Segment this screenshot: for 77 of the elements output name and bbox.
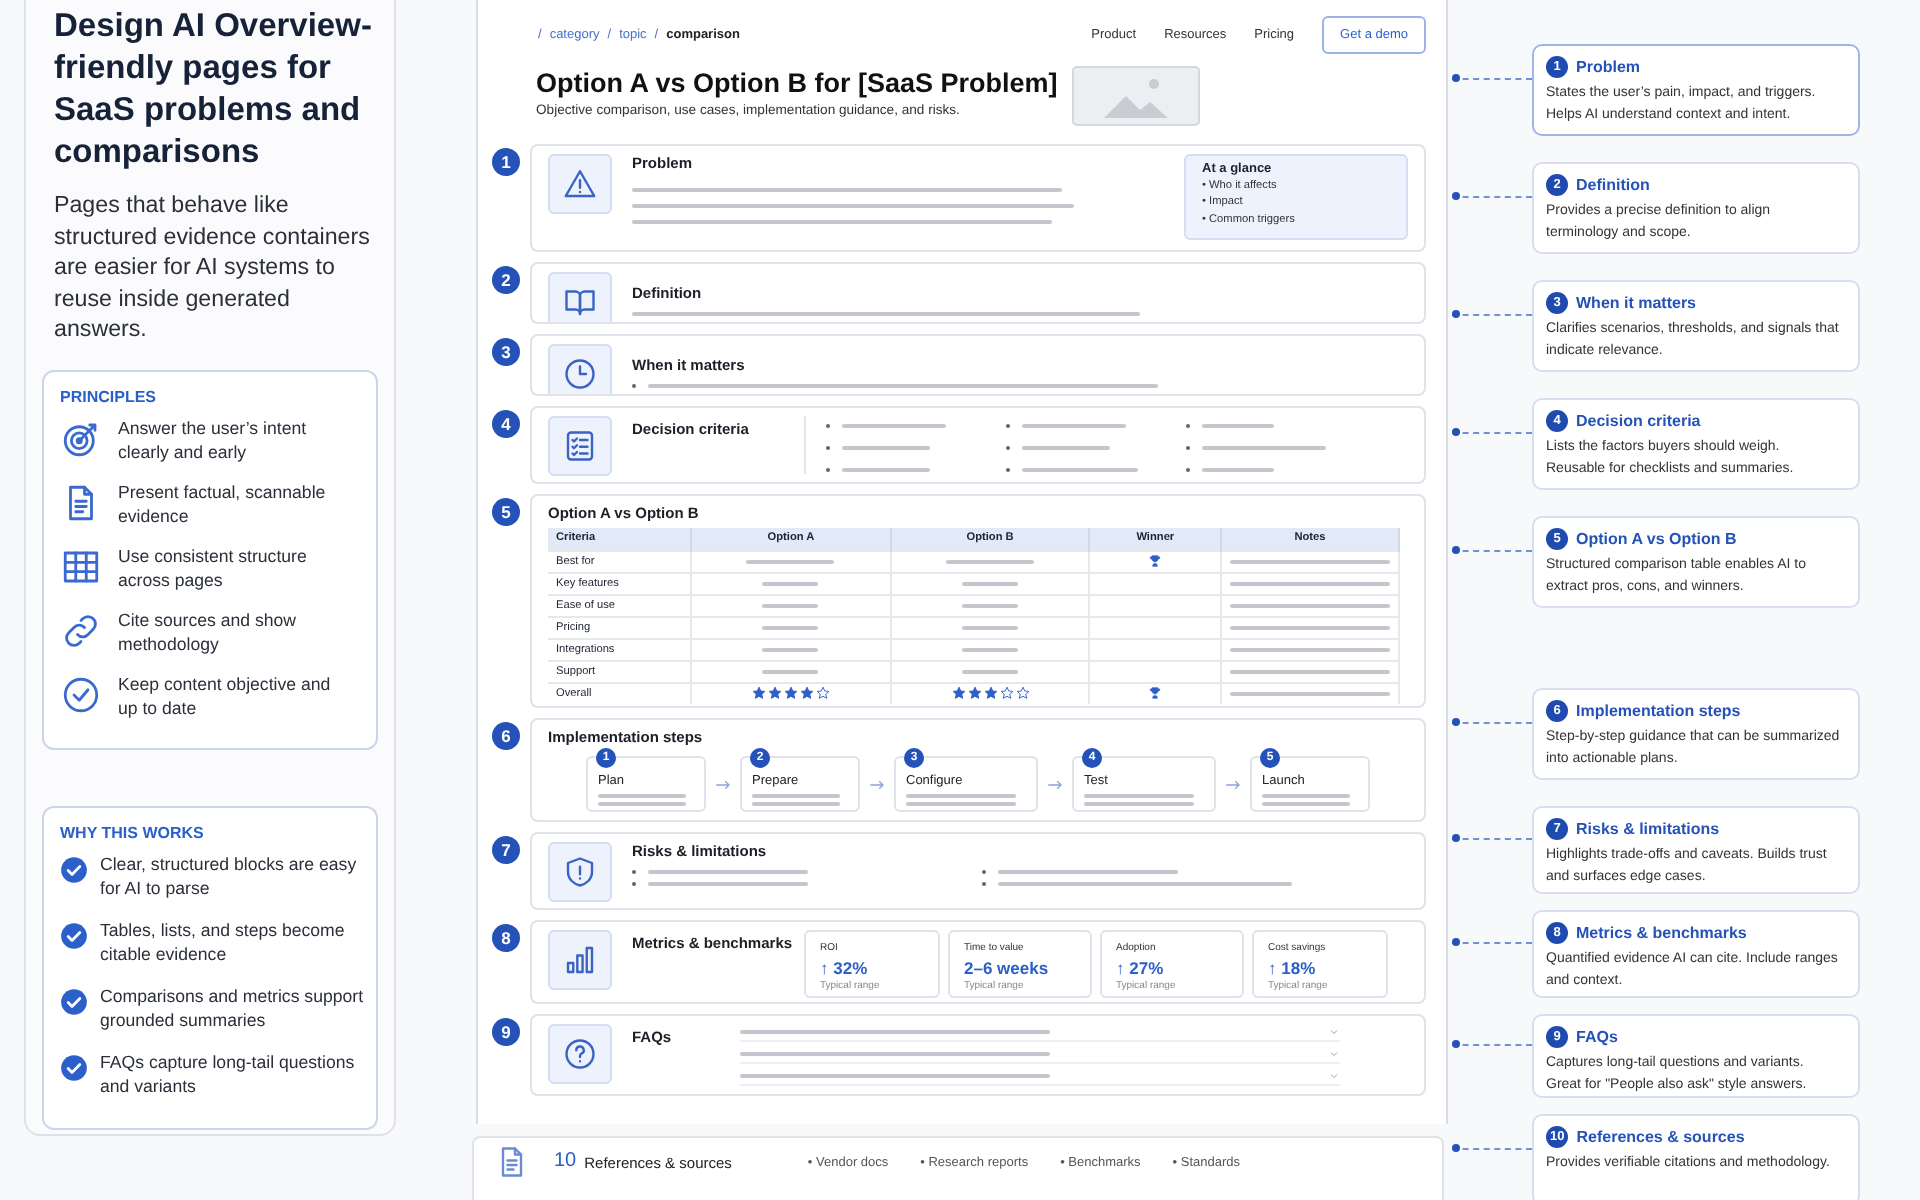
text-placeholder	[842, 467, 930, 472]
text-placeholder	[1202, 424, 1274, 429]
check-circle-icon	[60, 1053, 88, 1081]
metric-value: ↑ 32%	[820, 958, 870, 978]
callout-title: Definition	[1576, 176, 1650, 194]
checklist-icon	[562, 428, 598, 464]
grid-icon	[60, 546, 102, 588]
leader-line	[1452, 313, 1532, 315]
text-placeholder	[1022, 467, 1138, 472]
warning-icon	[562, 166, 598, 202]
description: Pages that behave like structured evidence containers are easier for AI systems to reuse inside generated answers.	[54, 190, 372, 345]
reason-text: FAQs capture long-tail questions and variants	[100, 1049, 357, 1097]
bar-chart-icon	[562, 942, 598, 978]
faq-row[interactable]	[740, 1046, 1340, 1064]
number-badge: 8	[492, 924, 520, 952]
leader-line	[1452, 195, 1532, 197]
arrow-right-icon	[1046, 775, 1064, 793]
metric-value: ↑ 27%	[1116, 958, 1166, 978]
number-badge: 4	[492, 410, 520, 438]
headline: Design AI Overview-friendly pages for SaaS problems and comparisons	[54, 6, 374, 174]
target-icon	[60, 418, 102, 460]
text-placeholder	[842, 424, 946, 429]
faq-row[interactable]	[740, 1068, 1340, 1086]
check-circle-icon	[60, 855, 88, 883]
section-heading: WHY THIS WORKS	[60, 823, 206, 841]
callout-title: When it matters	[1576, 294, 1697, 312]
leader-line	[1452, 77, 1532, 79]
reason-text: Clear, structured blocks are easy for AI to parse	[100, 851, 359, 899]
section-number: 10	[554, 1150, 577, 1172]
clock-icon	[562, 356, 598, 392]
callout-title: Risks & limitations	[1576, 820, 1720, 838]
reason-text: Tables, lists, and steps become citable evidence	[100, 917, 347, 965]
callout-title: Metrics & benchmarks	[1576, 924, 1747, 942]
section-heading: PRINCIPLES	[60, 387, 159, 405]
check-circle-icon	[60, 987, 88, 1015]
principle-text: Cite sources and show methodology	[118, 607, 298, 655]
number-badge: 3	[492, 338, 520, 366]
metric-value: ↑ 18%	[1268, 958, 1318, 978]
reason-text: Comparisons and metrics support grounded summaries	[100, 983, 364, 1031]
leader-line	[1452, 837, 1532, 839]
principle-text: Keep content objective and up to date	[118, 671, 333, 719]
leader-line	[1452, 1043, 1532, 1045]
metric-value: 2–6 weeks	[964, 958, 1051, 978]
page-title: Option A vs Option B for [SaaS Problem]	[536, 68, 1060, 98]
callout-title: References & sources	[1576, 1128, 1745, 1146]
principle-text: Answer the user’s intent clearly and early	[118, 415, 309, 463]
check-circle-icon	[60, 674, 102, 716]
check-circle-icon	[60, 921, 88, 949]
image-placeholder-icon	[1072, 66, 1200, 126]
faq-row[interactable]	[740, 1024, 1340, 1042]
question-icon	[562, 1036, 598, 1072]
leader-line	[1452, 941, 1532, 943]
book-icon	[562, 284, 598, 320]
principle-text: Present factual, scannable evidence	[118, 479, 328, 527]
callout-title: Option A vs Option B	[1576, 530, 1737, 548]
arrow-right-icon	[714, 775, 732, 793]
principle-text: Use consistent structure across pages	[118, 543, 309, 591]
callout-title: FAQs	[1576, 1028, 1618, 1046]
leader-line	[1452, 721, 1532, 723]
arrow-right-icon	[1224, 775, 1242, 793]
arrow-right-icon	[868, 775, 886, 793]
callout-title: Decision criteria	[1576, 412, 1701, 430]
number-badge: 2	[492, 266, 520, 294]
callout-title: Problem	[1576, 58, 1641, 76]
text-placeholder	[1202, 467, 1274, 472]
number-badge: 1	[492, 148, 520, 176]
leader-line	[1452, 431, 1532, 433]
leader-line	[1452, 1147, 1532, 1149]
number-badge: 9	[492, 1018, 520, 1046]
text-placeholder	[1022, 424, 1126, 429]
number-badge: 6	[492, 722, 520, 750]
leader-line	[1452, 549, 1532, 551]
number-badge: 5	[492, 498, 520, 526]
callout-title: Implementation steps	[1576, 702, 1741, 720]
shield-icon	[562, 854, 598, 890]
number-badge: 7	[492, 836, 520, 864]
link-icon	[60, 610, 102, 652]
